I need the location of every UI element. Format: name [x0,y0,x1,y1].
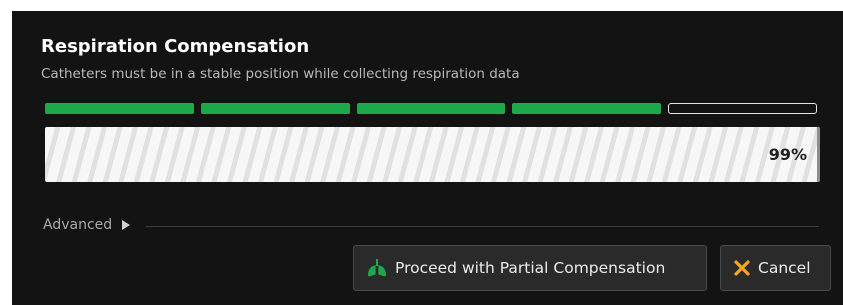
stage-segment-complete [356,103,506,114]
dialog-subtitle: Catheters must be in a stable position w… [41,66,520,82]
triangle-right-icon [122,220,131,230]
stage-segment-pending [668,103,817,114]
dialog-title: Respiration Compensation [41,36,310,57]
cancel-button-label: Cancel [758,259,811,277]
lungs-icon [367,259,387,277]
stage-segment-complete [200,103,350,114]
proceed-partial-compensation-button[interactable]: Proceed with Partial Compensation [353,245,707,291]
advanced-label: Advanced [43,217,113,233]
progress-bar-edge [817,127,820,182]
stage-segment-complete [512,103,662,114]
close-icon [734,260,750,276]
cancel-button[interactable]: Cancel [720,245,831,291]
advanced-divider [146,226,819,227]
progress-percent: 99% [768,145,807,164]
advanced-toggle[interactable]: Advanced [43,216,131,234]
progress-bar: 99% [45,127,820,182]
proceed-button-label: Proceed with Partial Compensation [395,259,666,277]
stage-progress-segments [45,103,817,114]
respiration-compensation-dialog: Respiration Compensation Catheters must … [12,11,843,305]
stage-segment-complete [45,103,194,114]
progress-fill [45,127,812,182]
